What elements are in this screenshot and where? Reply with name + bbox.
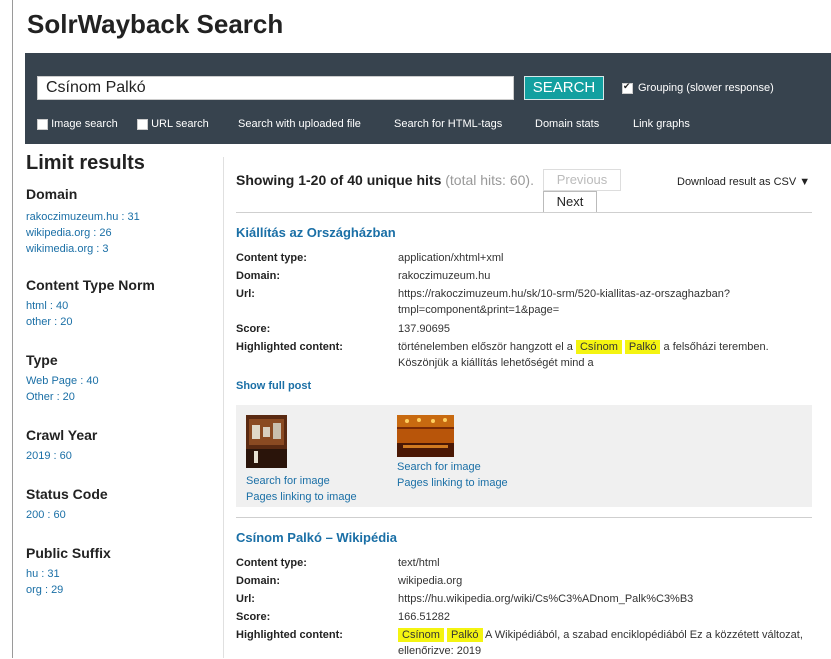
facet-heading: Public Suffix xyxy=(26,545,111,561)
content-type-label: Content type: xyxy=(236,557,307,569)
hits-total: (total hits: 60). xyxy=(445,172,534,188)
limit-results-sidebar: Limit results Domain rakoczimuzeum.hu : … xyxy=(26,152,222,598)
link-graphs-link[interactable]: Link graphs xyxy=(633,118,690,130)
url-value: https://hu.wikipedia.org/wiki/Cs%C3%ADno… xyxy=(398,593,694,605)
facet-value[interactable]: org : 29 xyxy=(26,582,222,598)
facet-value[interactable]: Other : 20 xyxy=(26,389,222,405)
grouping-label: Grouping (slower response) xyxy=(638,82,774,94)
highlight-line: Csínom Palkó A Wikipédiából, a szabad en… xyxy=(398,627,818,643)
url-search-checkbox[interactable] xyxy=(137,118,148,130)
facet-value[interactable]: 200 : 60 xyxy=(26,507,222,523)
previous-button[interactable]: Previous xyxy=(543,169,621,191)
results-divider xyxy=(236,517,812,518)
highlight-line: Köszönjük a kiállítás lehetőségét mind a xyxy=(398,357,594,369)
highlight-term: Palkó xyxy=(446,628,483,642)
facet-value[interactable]: wikimedia.org : 3 xyxy=(26,241,222,257)
domain-value: wikipedia.org xyxy=(398,575,463,587)
pages-linking-link[interactable]: Pages linking to image xyxy=(397,477,508,489)
facet-value[interactable]: hu : 31 xyxy=(26,566,222,582)
sidebar-divider xyxy=(223,157,224,658)
highlight-line: ellenőrizve: 2019 xyxy=(398,645,482,657)
url-label: Url: xyxy=(236,288,255,300)
highlighted-label: Highlighted content: xyxy=(236,341,343,353)
facet-heading: Status Code xyxy=(26,486,108,502)
facet-status-code: Status Code 200 : 60 xyxy=(26,486,222,523)
hits-count: Showing 1-20 of 40 unique hits xyxy=(236,172,442,188)
domain-value: rakoczimuzeum.hu xyxy=(398,270,491,282)
url-line: https://rakoczimuzeum.hu/sk/10-srm/520-k… xyxy=(398,288,730,300)
score-value: 137.90695 xyxy=(398,323,450,335)
results-divider xyxy=(236,212,812,213)
score-label: Score: xyxy=(236,323,271,335)
content-type-value: application/xhtml+xml xyxy=(398,252,504,264)
highlighted-label: Highlighted content: xyxy=(236,629,343,641)
next-button[interactable]: Next xyxy=(543,191,597,213)
url-search-toggle[interactable]: URL search xyxy=(137,118,209,130)
search-input[interactable]: Csínom Palkó xyxy=(37,76,514,100)
facet-value[interactable]: 2019 : 60 xyxy=(26,448,222,464)
facet-heading: Type xyxy=(26,352,58,368)
download-csv-link[interactable]: Download result as CSV ▼ xyxy=(677,176,810,188)
hits-summary: Showing 1-20 of 40 unique hits (total hi… xyxy=(236,172,534,188)
pages-linking-link[interactable]: Pages linking to image xyxy=(246,491,357,503)
html-tags-link[interactable]: Search for HTML-tags xyxy=(394,118,502,130)
facet-value[interactable]: other : 20 xyxy=(26,314,222,330)
facet-domain: Domain rakoczimuzeum.hu : 31 wikipedia.o… xyxy=(26,186,222,257)
search-bar: Csínom Palkó SEARCH Grouping (slower res… xyxy=(25,53,831,144)
score-value: 166.51282 xyxy=(398,611,450,623)
score-label: Score: xyxy=(236,611,271,623)
highlighted-value: történelemben először hangzott el a Csín… xyxy=(398,339,808,371)
highlighted-value: Csínom Palkó A Wikipédiából, a szabad en… xyxy=(398,627,818,659)
facet-heading: Content Type Norm xyxy=(26,277,155,293)
highlight-line: történelemben először hangzott el a Csín… xyxy=(398,339,808,355)
highlight-text: a felsőházi teremben. xyxy=(663,341,769,353)
highlight-term: Palkó xyxy=(624,340,661,354)
image-search-label: Image search xyxy=(51,118,118,130)
grouping-toggle[interactable]: Grouping (slower response) xyxy=(622,81,774,94)
domain-stats-link[interactable]: Domain stats xyxy=(535,118,599,130)
search-button[interactable]: SEARCH xyxy=(524,76,604,100)
result-title-link[interactable]: Csínom Palkó – Wikipédia xyxy=(236,530,397,545)
result-title-link[interactable]: Kiállítás az Országházban xyxy=(236,225,396,240)
search-for-image-link[interactable]: Search for image xyxy=(397,461,481,473)
facet-value[interactable]: rakoczimuzeum.hu : 31 xyxy=(26,209,222,225)
sidebar-title: Limit results xyxy=(26,152,145,174)
facet-crawl-year: Crawl Year 2019 : 60 xyxy=(26,427,222,464)
url-value: https://rakoczimuzeum.hu/sk/10-srm/520-k… xyxy=(398,286,730,318)
facet-value[interactable]: html : 40 xyxy=(26,298,222,314)
show-full-post-link[interactable]: Show full post xyxy=(236,380,311,392)
highlight-text: A Wikipédiából, a szabad enciklopédiából… xyxy=(484,629,803,641)
highlight-term: Csínom xyxy=(398,628,444,642)
search-for-image-link[interactable]: Search for image xyxy=(246,475,330,487)
facet-value[interactable]: wikipedia.org : 26 xyxy=(26,225,222,241)
result-thumbnail[interactable] xyxy=(397,415,454,457)
url-line: tmpl=component&print=1&page= xyxy=(398,304,560,316)
facet-type: Type Web Page : 40 Other : 20 xyxy=(26,352,222,405)
grouping-checkbox[interactable] xyxy=(622,81,633,94)
domain-label: Domain: xyxy=(236,575,280,587)
highlight-term: Csínom xyxy=(575,340,622,354)
facet-heading: Crawl Year xyxy=(26,427,98,443)
highlight-text: történelemben először hangzott el a xyxy=(398,341,573,353)
app-title: SolrWayback Search xyxy=(27,9,284,39)
result-thumbnail[interactable] xyxy=(246,415,287,468)
content-type-label: Content type: xyxy=(236,252,307,264)
content-type-value: text/html xyxy=(398,557,440,569)
url-search-label: URL search xyxy=(151,118,209,130)
facet-heading: Domain xyxy=(26,186,78,202)
upload-search-link[interactable]: Search with uploaded file xyxy=(238,118,361,130)
domain-label: Domain: xyxy=(236,270,280,282)
image-panel: Search for image Pages linking to image … xyxy=(236,405,812,507)
url-label: Url: xyxy=(236,593,255,605)
image-search-checkbox[interactable] xyxy=(37,118,48,130)
facet-content-type-norm: Content Type Norm html : 40 other : 20 xyxy=(26,277,222,330)
image-search-toggle[interactable]: Image search xyxy=(37,118,118,130)
facet-public-suffix: Public Suffix hu : 31 org : 29 xyxy=(26,545,222,598)
facet-value[interactable]: Web Page : 40 xyxy=(26,373,222,389)
